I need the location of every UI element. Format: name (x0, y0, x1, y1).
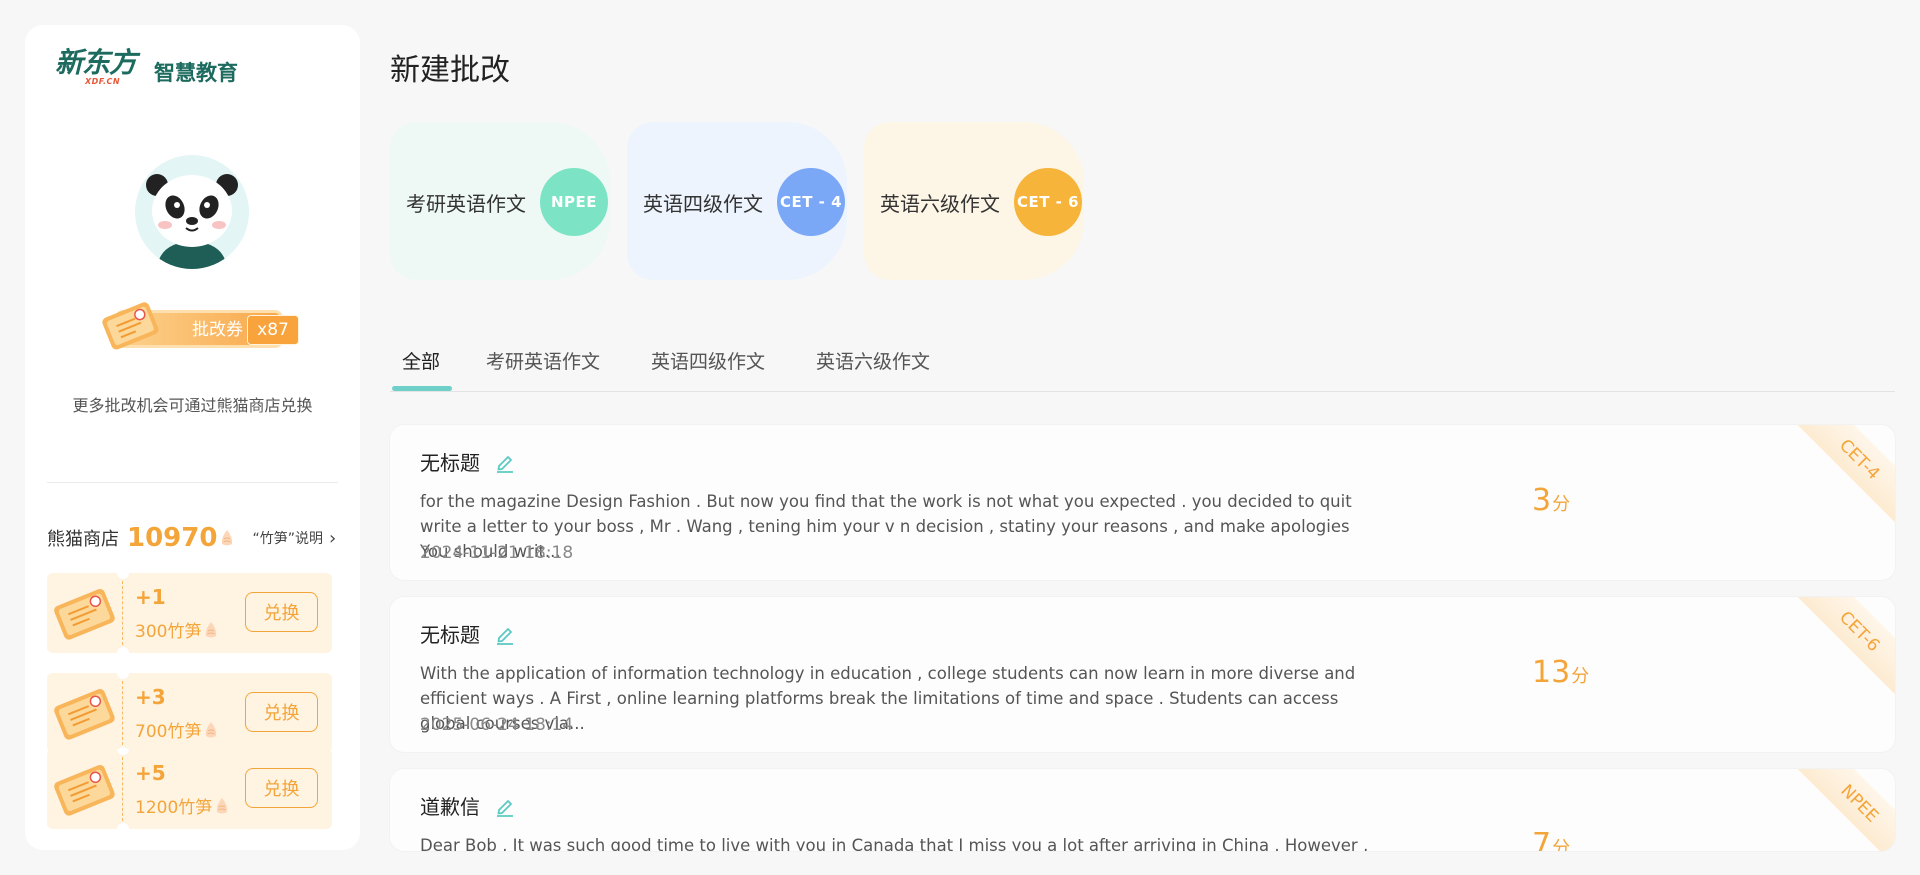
tab-cet4[interactable]: 英语四级作文 (651, 342, 765, 392)
page-title: 新建批改 (390, 53, 510, 88)
shop-header: 熊猫商店 10970 “竹笋”说明 › (47, 523, 347, 553)
exam-type-tag: NPEE (1785, 769, 1895, 851)
category-label: 英语四级作文 (643, 192, 763, 216)
exchange-button[interactable]: 兑换 (245, 592, 318, 632)
sidebar-divider (47, 482, 338, 483)
shop-item: +1 300竹笋 兑换 (47, 573, 332, 653)
ticket-notch (117, 573, 129, 579)
exchange-button[interactable]: 兑换 (245, 692, 318, 732)
edit-icon[interactable] (494, 795, 516, 817)
record-score: 3 分 (1532, 483, 1570, 518)
item-cost-text: 700竹笋 (135, 722, 202, 742)
category-label: 英语六级作文 (880, 192, 1000, 216)
ticket-icon (54, 689, 115, 740)
logo-mark: 新东方 XDF.CN (55, 46, 137, 89)
category-card-cet4[interactable]: 英语四级作文 CET - 4 (627, 122, 847, 280)
score-value: 13 (1532, 655, 1571, 690)
item-cost-text: 300竹笋 (135, 622, 202, 642)
item-quantity: +3 (135, 685, 166, 709)
panda-avatar-icon (135, 155, 249, 269)
edit-icon[interactable] (494, 451, 516, 473)
score-unit: 分 (1552, 838, 1571, 851)
ticket-notch (117, 823, 129, 829)
ticket-divider (122, 681, 123, 745)
record-title-text: 道歉信 (420, 795, 480, 819)
filter-tabs: 全部 考研英语作文 英语四级作文 英语六级作文 (390, 342, 1895, 392)
voucher-count: x87 (247, 315, 299, 345)
avatar (135, 155, 249, 269)
ticket-icon (54, 589, 115, 640)
shop-explain-link[interactable]: “竹笋”说明 (252, 528, 323, 548)
record-score: 13 分 (1532, 655, 1589, 690)
exam-type-tag: CET-6 (1785, 597, 1895, 706)
bamboo-shoot-icon (206, 721, 217, 737)
ticket-icon (54, 765, 115, 816)
record-title: 无标题 (420, 447, 516, 476)
voucher-balance: 批改券 x87 (97, 295, 299, 355)
item-cost: 1200竹笋 (135, 793, 229, 818)
exam-type-tag: CET-4 (1785, 425, 1895, 534)
category-label: 考研英语作文 (406, 192, 526, 216)
score-unit: 分 (1552, 494, 1571, 515)
score-value: 3 (1532, 483, 1552, 518)
shop-title: 熊猫商店 (47, 529, 119, 550)
item-quantity: +5 (135, 761, 166, 785)
shop-item: +5 1200竹笋 兑换 (47, 749, 332, 829)
record-title-text: 无标题 (420, 623, 480, 647)
ticket-notch (117, 647, 129, 653)
record-date: 2024-11-21 18:18 (420, 543, 574, 563)
category-badge: CET - 4 (777, 168, 845, 236)
record-title-text: 无标题 (420, 451, 480, 475)
score-unit: 分 (1571, 666, 1590, 687)
logo-edu-text: 智慧教育 (154, 61, 239, 85)
bamboo-shoot-icon (222, 530, 233, 546)
item-cost-text: 1200竹笋 (135, 798, 213, 818)
score-value: 7 (1532, 827, 1552, 851)
ticket-notch (117, 673, 129, 679)
record-excerpt: Dear Bob , It was such good time to live… (420, 836, 1369, 851)
exchange-button[interactable]: 兑换 (245, 768, 318, 808)
record-title: 无标题 (420, 619, 516, 648)
voucher-tip: 更多批改机会可通过熊猫商店兑换 (72, 396, 313, 415)
category-badge: CET - 6 (1014, 168, 1082, 236)
item-cost: 300竹笋 (135, 617, 218, 642)
chevron-right-icon[interactable]: › (329, 528, 336, 549)
record-title: 道歉信 (420, 791, 516, 820)
logo: 新东方 XDF.CN 智慧教育 (55, 47, 238, 89)
voucher-label: 批改券 (192, 320, 243, 340)
tab-npee[interactable]: 考研英语作文 (486, 342, 600, 392)
record-date: 2025-06-24 18:14 (420, 715, 574, 735)
category-card-cet6[interactable]: 英语六级作文 CET - 6 (864, 122, 1084, 280)
item-cost: 700竹笋 (135, 717, 218, 742)
tab-all[interactable]: 全部 (402, 342, 440, 392)
ticket-notch (117, 749, 129, 755)
shop-points: 10970 (127, 523, 218, 553)
sidebar: 新东方 XDF.CN 智慧教育 批改券 x87 更多批改机会可通过熊猫商店兑换 … (25, 25, 360, 850)
item-quantity: +1 (135, 585, 166, 609)
essay-record[interactable]: 无标题 With the application of information … (390, 597, 1895, 752)
logo-main-text: 新东方 (55, 46, 137, 79)
shop-item: +3 700竹笋 兑换 (47, 673, 332, 753)
active-tab-indicator (392, 386, 452, 391)
tab-cet6[interactable]: 英语六级作文 (816, 342, 930, 392)
ticket-icon (102, 302, 159, 350)
essay-record[interactable]: 无标题 for the magazine Design Fashion . Bu… (390, 425, 1895, 580)
ticket-divider (122, 581, 123, 645)
bamboo-shoot-icon (206, 621, 217, 637)
ticket-divider (122, 757, 123, 821)
category-card-npee[interactable]: 考研英语作文 NPEE (390, 122, 610, 280)
essay-record[interactable]: 道歉信 Dear Bob , It was such good time to … (390, 769, 1895, 851)
record-score: 7 分 (1532, 827, 1570, 851)
logo-sub-text: XDF.CN (85, 77, 121, 86)
edit-icon[interactable] (494, 623, 516, 645)
category-badge: NPEE (540, 168, 608, 236)
bamboo-shoot-icon (217, 797, 228, 813)
